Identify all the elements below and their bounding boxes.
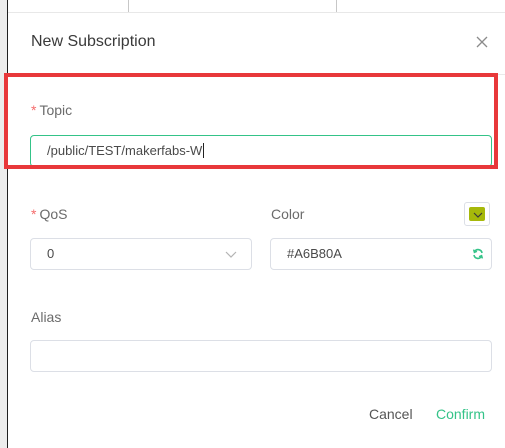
alias-label-text: Alias (31, 309, 62, 325)
color-picker-swatch[interactable] (464, 202, 490, 226)
alias-input[interactable] (30, 340, 492, 372)
backdrop-overlay (0, 0, 8, 448)
column-divider (336, 0, 337, 12)
qos-label: * QoS (31, 206, 67, 222)
alias-label: Alias (31, 309, 61, 325)
qos-select[interactable]: 0 (30, 238, 252, 270)
dialog-title: New Subscription (31, 33, 156, 50)
background-page-strip (0, 0, 505, 12)
confirm-button[interactable]: Confirm (436, 406, 485, 422)
chevron-down-icon (473, 212, 483, 218)
qos-selected-value: 0 (47, 246, 55, 261)
color-input-value: #A6B80A (287, 246, 342, 261)
chevron-down-icon (225, 251, 237, 258)
dialog-header: New Subscription (8, 13, 505, 75)
color-label: Color (271, 206, 304, 222)
cancel-button[interactable]: Cancel (369, 406, 413, 422)
color-input[interactable]: #A6B80A (270, 238, 492, 270)
topic-highlight-frame (4, 73, 498, 169)
color-label-text: Color (271, 206, 305, 222)
qos-label-text: QoS (39, 206, 68, 222)
close-button[interactable] (471, 31, 493, 53)
close-icon (476, 36, 488, 48)
column-divider (128, 0, 129, 12)
refresh-icon[interactable] (472, 248, 484, 260)
required-mark: * (31, 206, 37, 222)
